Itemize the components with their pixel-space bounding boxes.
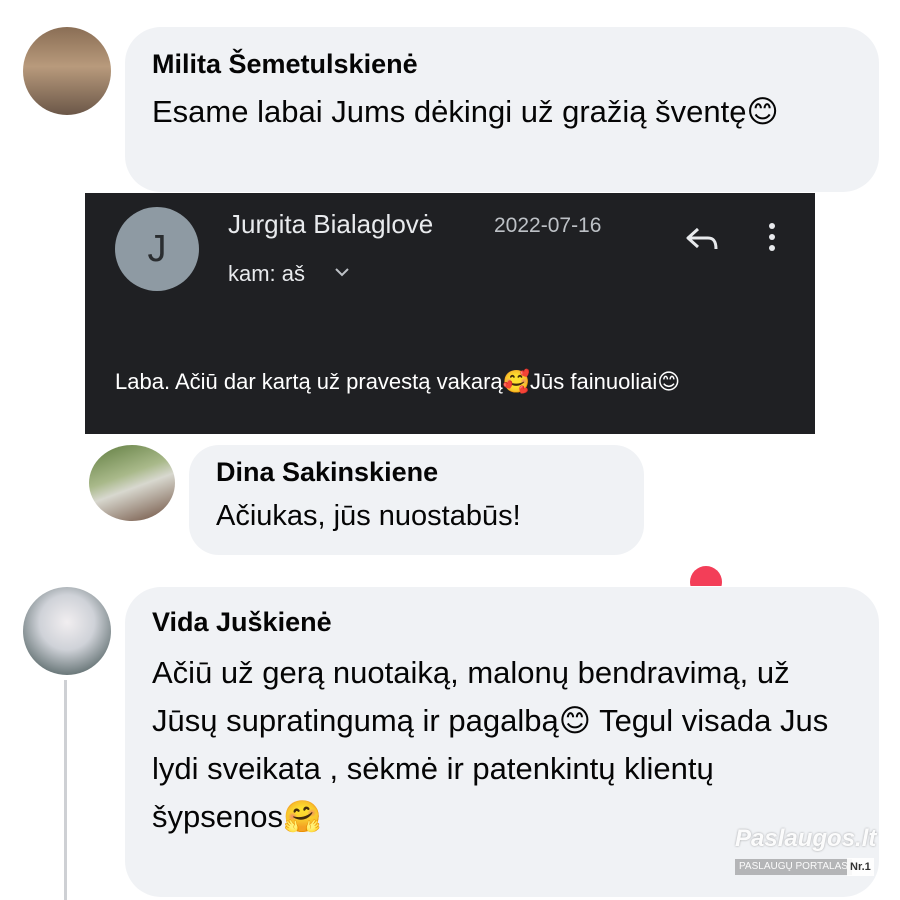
author-avatar-vida[interactable] [23,587,111,675]
watermark-subtitle: PASLAUGŲ PORTALAS [735,859,852,875]
watermark-logo: Paslaugos.lt PASLAUGŲ PORTALAS Nr.1 [735,825,877,877]
author-avatar-dina[interactable] [89,445,175,521]
chevron-down-icon[interactable] [333,263,351,281]
more-vert-icon[interactable] [765,223,779,259]
comment-text: Ačiukas, jūs nuostabūs! [216,500,521,532]
comment-actions-row [210,566,730,586]
comment-bubble-2: Dina Sakinskiene Ačiukas, jūs nuostabūs! [189,445,644,555]
comment-bubble-1: Milita Šemetulskienė Esame labai Jums dė… [125,27,879,192]
author-avatar-milita[interactable] [23,27,111,115]
email-sender-name: Jurgita Bialaglovė [228,209,434,239]
thread-line [64,680,67,900]
comment-author-name[interactable]: Vida Juškienė [152,607,332,638]
heart-reaction-icon[interactable] [690,566,722,586]
comment-author-name[interactable]: Milita Šemetulskienė [152,49,418,80]
comment-text: Ačiū už gerą nuotaiką, malonų bendravimą… [152,655,829,834]
comment-text: Esame labai Jums dėkingi už gražią švent… [152,94,779,129]
watermark-badge: Nr.1 [847,858,874,876]
comment-author-name[interactable]: Dina Sakinskiene [216,457,438,488]
sender-avatar[interactable]: J [115,207,199,291]
email-date: 2022-07-16 [494,214,602,237]
reply-icon[interactable] [684,225,720,255]
email-body-text: Laba. Ačiū dar kartą už pravestą vakarą🥰… [115,369,681,394]
email-message-card: J Jurgita Bialaglovė 2022-07-16 kam: aš … [85,193,815,434]
email-recipients[interactable]: kam: aš [228,261,305,287]
watermark-title: Paslaugos.lt [735,825,877,852]
